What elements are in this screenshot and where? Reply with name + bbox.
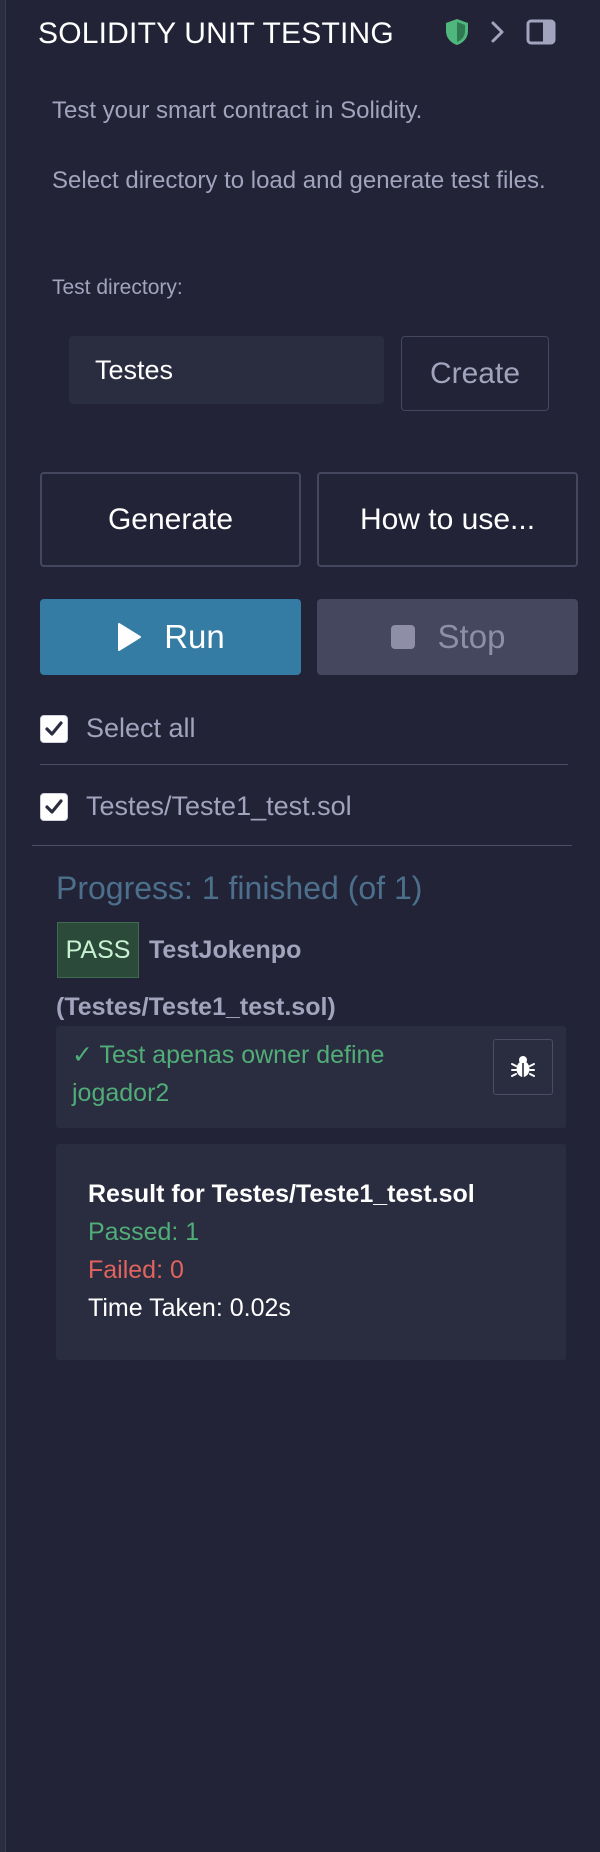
select-all-row[interactable]: Select all xyxy=(40,713,196,744)
stop-icon xyxy=(390,624,416,650)
passed-count: Passed: 1 xyxy=(88,1218,200,1246)
list-item[interactable]: Testes/Teste1_test.sol xyxy=(40,791,352,822)
result-title: Result for Testes/Teste1_test.sol xyxy=(88,1180,475,1208)
test-suite-name: TestJokenpo xyxy=(149,936,302,964)
divider xyxy=(40,764,568,765)
time-taken: Time Taken: 0.02s xyxy=(88,1294,291,1322)
stop-button[interactable]: Stop xyxy=(317,599,578,675)
create-button[interactable]: Create xyxy=(401,336,549,411)
check-icon xyxy=(45,720,63,736)
check-icon xyxy=(45,798,63,814)
generate-button[interactable]: Generate xyxy=(40,472,301,567)
failed-count: Failed: 0 xyxy=(88,1256,184,1284)
test-case-label: ✓ Test apenas owner define jogador2 xyxy=(72,1041,385,1107)
intro-line-2: Select directory to load and generate te… xyxy=(52,167,546,194)
panel-toggle-icon[interactable] xyxy=(526,19,556,45)
debug-button[interactable] xyxy=(493,1039,553,1095)
run-button[interactable]: Run xyxy=(40,599,301,675)
result-summary: Result for Testes/Teste1_test.sol Passed… xyxy=(56,1144,566,1360)
file-label: Testes/Teste1_test.sol xyxy=(86,791,352,821)
divider xyxy=(32,845,572,846)
shield-icon[interactable] xyxy=(444,18,470,46)
chevron-right-icon[interactable] xyxy=(488,19,508,45)
test-directory-label: Test directory: xyxy=(52,276,183,299)
test-suite-file: (Testes/Teste1_test.sol) xyxy=(56,993,336,1021)
header-icons xyxy=(444,18,556,46)
file-checkbox[interactable] xyxy=(40,792,68,821)
status-badge: PASS xyxy=(57,922,139,978)
play-icon xyxy=(116,622,142,652)
stop-button-label: Stop xyxy=(437,618,506,655)
bug-icon xyxy=(511,1056,535,1077)
intro-line-1: Test your smart contract in Solidity. xyxy=(52,97,423,124)
select-all-label: Select all xyxy=(86,713,196,743)
run-button-label: Run xyxy=(164,618,225,655)
test-directory-input[interactable] xyxy=(69,336,384,404)
test-case-row: ✓ Test apenas owner define jogador2 xyxy=(56,1026,566,1128)
how-to-use-button[interactable]: How to use... xyxy=(317,472,578,567)
solidity-unit-testing-panel: SOLIDITY UNIT TESTING Test your smart co… xyxy=(6,0,600,1852)
progress-text: Progress: 1 finished (of 1) xyxy=(56,870,423,906)
select-all-checkbox[interactable] xyxy=(40,714,68,743)
panel-title: SOLIDITY UNIT TESTING xyxy=(38,17,394,50)
